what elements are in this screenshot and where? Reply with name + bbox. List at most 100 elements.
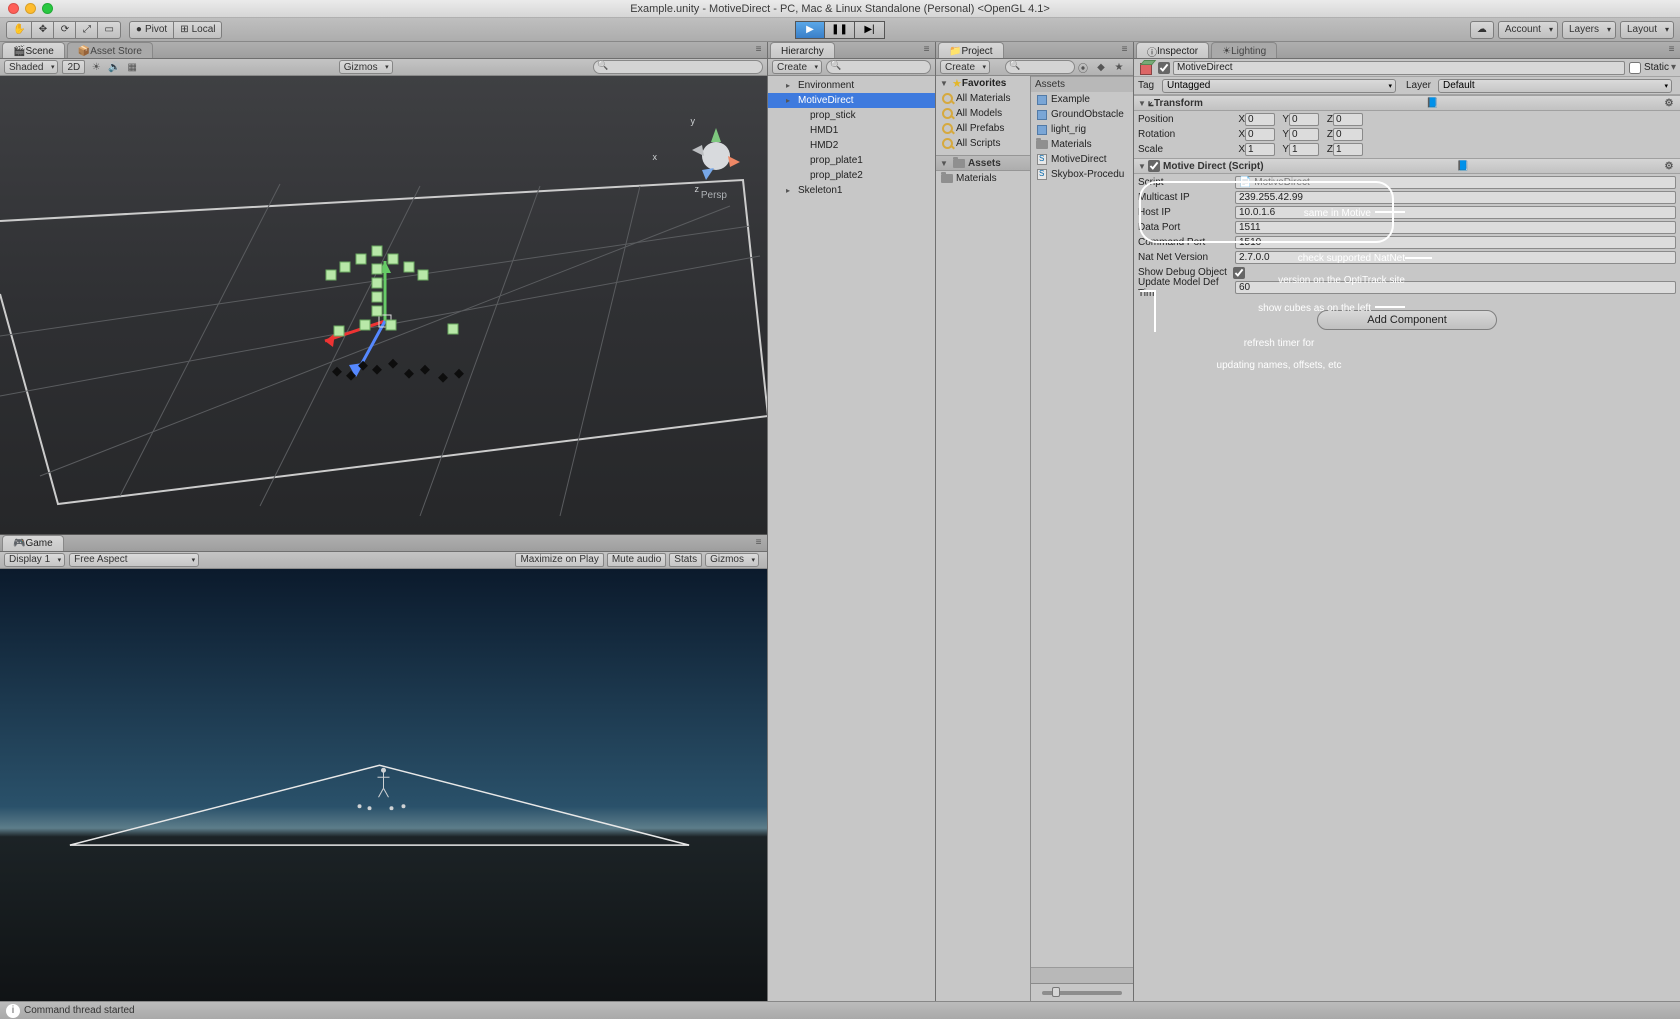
project-file[interactable]: Skybox-Procedu (1031, 167, 1133, 182)
script-textfield[interactable] (1235, 281, 1676, 294)
tab-game[interactable]: 🎮 Game (2, 535, 64, 551)
transform-help-icon[interactable]: 📘 (1425, 96, 1439, 110)
rect-tool-button[interactable]: ▭ (98, 21, 120, 39)
project-file[interactable]: light_rig (1031, 122, 1133, 137)
position-x[interactable] (1245, 113, 1275, 126)
game-viewport[interactable] (0, 569, 767, 1001)
shading-dropdown[interactable]: Shaded (4, 60, 58, 74)
tab-lighting[interactable]: ☀ Lighting (1211, 42, 1277, 58)
play-button[interactable]: ▶ (795, 21, 825, 39)
inspector-tab-options[interactable]: ≡ (1663, 41, 1680, 58)
tab-project[interactable]: 📁 Project (938, 42, 1004, 58)
local-button[interactable]: ⊞Local (174, 21, 222, 39)
game-gizmos-dropdown[interactable]: Gizmos (705, 553, 759, 567)
position-z[interactable] (1333, 113, 1363, 126)
pause-button[interactable]: ❚❚ (825, 21, 855, 39)
hierarchy-item[interactable]: ▸Environment (768, 78, 935, 93)
script-textfield[interactable] (1235, 236, 1676, 249)
position-y[interactable] (1289, 113, 1319, 126)
filter-icon[interactable]: ⦿ (1075, 60, 1091, 74)
project-favorite[interactable]: All Scripts (936, 136, 1030, 151)
add-component-button[interactable]: Add Component (1317, 310, 1497, 330)
pivot-button[interactable]: ●Pivot (129, 21, 174, 39)
project-file[interactable]: Example (1031, 92, 1133, 107)
scale-tool-button[interactable]: ⤢ (76, 21, 98, 39)
gameobject-active-checkbox[interactable] (1158, 62, 1170, 74)
save-filter-icon[interactable]: ★ (1111, 60, 1127, 74)
scene-viewport[interactable]: Persp y x z (0, 76, 767, 534)
stats-toggle[interactable]: Stats (669, 553, 702, 567)
project-file[interactable]: MotiveDirect (1031, 152, 1133, 167)
static-dropdown-icon[interactable]: ▾ (1671, 62, 1676, 73)
hierarchy-item[interactable]: ▸MotiveDirect (768, 93, 935, 108)
scene-search[interactable] (593, 60, 763, 74)
script-header[interactable]: ▼ Motive Direct (Script) 📘 ⚙ (1134, 158, 1680, 174)
scale-z[interactable] (1333, 143, 1363, 156)
script-checkbox[interactable] (1233, 267, 1245, 279)
rotation-y[interactable] (1289, 128, 1319, 141)
hierarchy-item[interactable]: HMD1 (768, 123, 935, 138)
rotation-x[interactable] (1245, 128, 1275, 141)
project-favorite[interactable]: All Prefabs (936, 121, 1030, 136)
project-file[interactable]: GroundObstacle (1031, 107, 1133, 122)
project-tab-options[interactable]: ≡ (1116, 41, 1133, 58)
hierarchy-search[interactable] (826, 60, 931, 74)
hierarchy-item[interactable]: prop_stick (768, 108, 935, 123)
tag-dropdown[interactable]: Untagged (1162, 79, 1396, 93)
tab-inspector[interactable]: ⓘ Inspector (1136, 42, 1209, 58)
static-checkbox[interactable] (1629, 62, 1641, 74)
project-favorite[interactable]: All Materials (936, 91, 1030, 106)
project-favorite[interactable]: All Models (936, 106, 1030, 121)
script-textfield[interactable] (1235, 191, 1676, 204)
project-folder[interactable]: Materials (936, 171, 1030, 186)
script-enabled-checkbox[interactable] (1148, 160, 1160, 172)
cloud-button[interactable]: ☁ (1470, 21, 1494, 39)
audio-icon[interactable]: 🔊 (106, 60, 122, 74)
move-tool-button[interactable]: ✥ (32, 21, 54, 39)
layer-dropdown[interactable]: Default (1438, 79, 1672, 93)
script-textfield[interactable] (1235, 206, 1676, 219)
favorites-header[interactable]: ▼★ Favorites (936, 76, 1030, 91)
script-object-field[interactable]: 📄 MotiveDirect (1235, 176, 1676, 189)
scale-x[interactable] (1245, 143, 1275, 156)
hand-tool-button[interactable]: ✋ (6, 21, 32, 39)
mode-2d-toggle[interactable]: 2D (62, 60, 85, 74)
hierarchy-item[interactable]: ▸Skeleton1 (768, 183, 935, 198)
hierarchy-item[interactable]: prop_plate2 (768, 168, 935, 183)
script-gear-icon[interactable]: ⚙ (1662, 159, 1676, 173)
gameobject-name-field[interactable] (1173, 61, 1625, 75)
transform-header[interactable]: ▼ ⟀ Transform 📘 ⚙ (1134, 95, 1680, 111)
light-icon[interactable]: ☀ (88, 60, 104, 74)
hierarchy-item[interactable]: HMD2 (768, 138, 935, 153)
maximize-toggle[interactable]: Maximize on Play (515, 553, 603, 567)
tab-hierarchy[interactable]: Hierarchy (770, 42, 835, 58)
script-textfield[interactable] (1235, 221, 1676, 234)
tab-asset-store[interactable]: 📦 Asset Store (67, 42, 153, 58)
mute-toggle[interactable]: Mute audio (607, 553, 666, 567)
scene-tab-options[interactable]: ≡ (750, 41, 767, 58)
account-dropdown[interactable]: Account (1498, 21, 1558, 39)
icon-size-slider[interactable] (1042, 991, 1122, 995)
layers-dropdown[interactable]: Layers (1562, 21, 1616, 39)
hierarchy-tab-options[interactable]: ≡ (918, 41, 935, 58)
step-button[interactable]: ▶| (855, 21, 885, 39)
hierarchy-item[interactable]: prop_plate1 (768, 153, 935, 168)
script-textfield[interactable] (1235, 251, 1676, 264)
fx-icon[interactable]: ▦ (124, 60, 140, 74)
assets-header[interactable]: ▼Assets (936, 155, 1030, 171)
rotate-tool-button[interactable]: ⟳ (54, 21, 76, 39)
hierarchy-create-dropdown[interactable]: Create (772, 60, 822, 74)
project-create-dropdown[interactable]: Create (940, 60, 990, 74)
aspect-dropdown[interactable]: Free Aspect (69, 553, 199, 567)
scale-y[interactable] (1289, 143, 1319, 156)
project-file[interactable]: Materials (1031, 137, 1133, 152)
layout-dropdown[interactable]: Layout (1620, 21, 1674, 39)
tab-scene[interactable]: 🎬 Scene (2, 42, 65, 58)
display-dropdown[interactable]: Display 1 (4, 553, 65, 567)
project-search[interactable] (1005, 60, 1075, 74)
rotation-z[interactable] (1333, 128, 1363, 141)
transform-gear-icon[interactable]: ⚙ (1662, 96, 1676, 110)
filter-type-icon[interactable]: ◆ (1093, 60, 1109, 74)
game-tab-options[interactable]: ≡ (750, 534, 767, 551)
script-help-icon[interactable]: 📘 (1456, 159, 1470, 173)
